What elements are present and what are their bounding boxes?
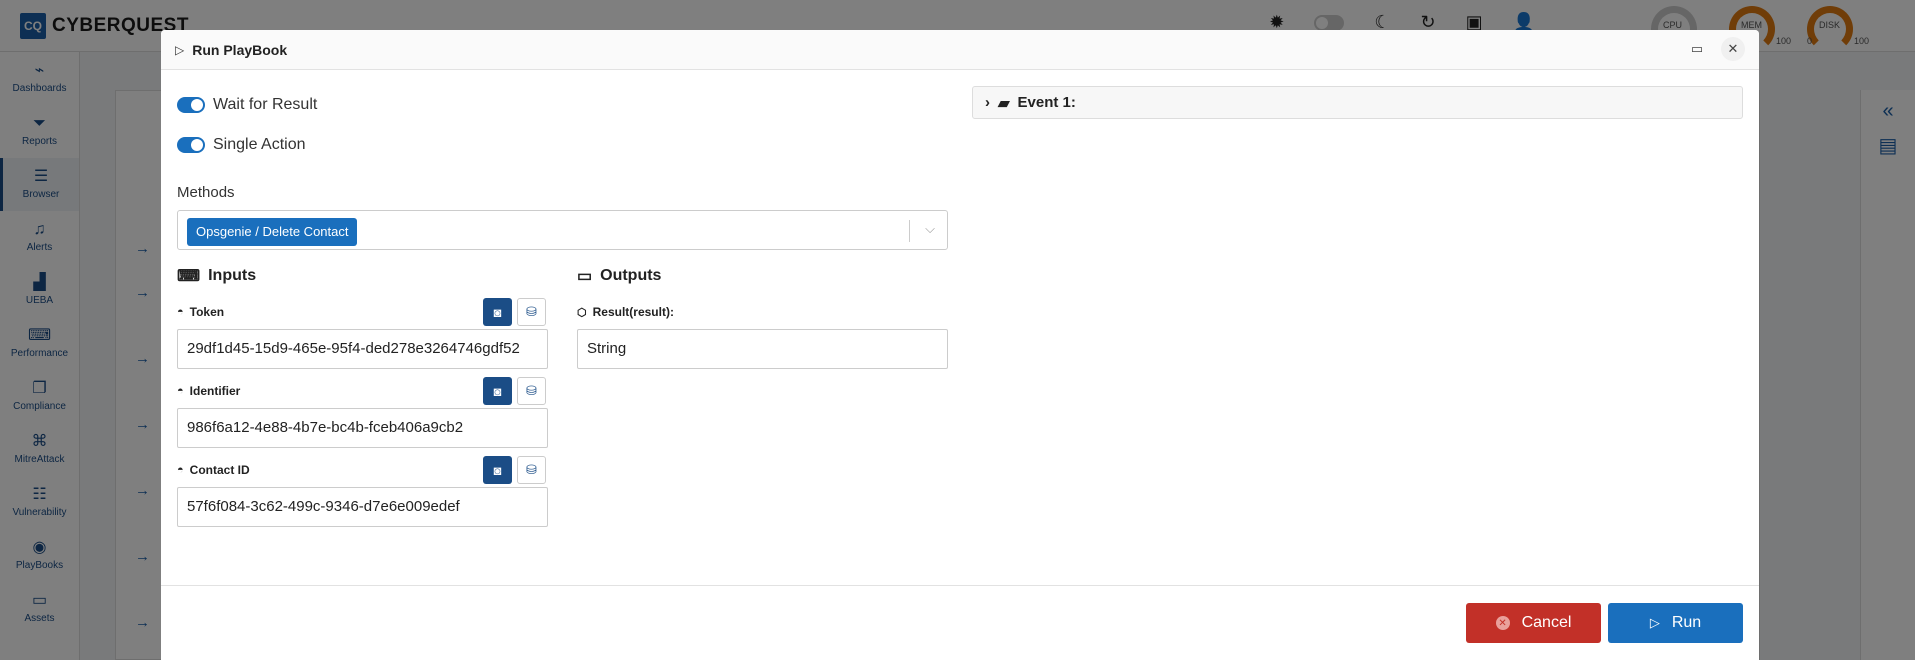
result-label: ⬡ Result(result):: [577, 305, 674, 319]
token-label: ◓ Token: [177, 305, 224, 319]
inputs-section-title: ⌨ Inputs: [177, 266, 256, 286]
token-camera-button[interactable]: ◙: [483, 298, 512, 326]
gauge-icon: ◓: [177, 306, 184, 318]
token-label-text: Token: [189, 305, 225, 319]
cancel-label: Cancel: [1521, 614, 1572, 631]
result-output-field: String: [577, 329, 948, 369]
cancel-button[interactable]: ✕ Cancel: [1466, 603, 1601, 643]
contact-id-input[interactable]: 57f6f084-3c62-499c-9346-d7e6e009edef: [177, 487, 548, 527]
selected-method-chip[interactable]: Opsgenie / Delete Contact: [187, 218, 358, 246]
cube-icon: ⬡: [577, 306, 587, 319]
methods-label: Methods: [177, 184, 235, 201]
contact-id-camera-button[interactable]: ◙: [483, 456, 512, 484]
wait-for-result-row: Wait for Result: [177, 96, 317, 114]
run-playbook-modal: ▷ Run PlayBook ▭ ✕ Wait for Result Singl…: [161, 30, 1759, 660]
methods-select[interactable]: Opsgenie / Delete Contact ⌵: [177, 210, 948, 250]
camera-icon: ◙: [493, 462, 502, 478]
contact-id-label-text: Contact ID: [189, 463, 250, 477]
outputs-section-title: ▭ Outputs: [577, 266, 661, 286]
modal-header-buttons: ▭ ✕: [1685, 37, 1745, 61]
window-maximize-icon: ▭: [1690, 41, 1704, 56]
token-variable-button[interactable]: ⛁: [517, 298, 546, 326]
identifier-label-text: Identifier: [189, 384, 241, 398]
inputs-title: Inputs: [208, 267, 257, 284]
run-button[interactable]: ▷ Run: [1608, 603, 1743, 643]
token-input[interactable]: 29df1d45-15d9-465e-95f4-ded278e3264746gd…: [177, 329, 548, 369]
identifier-label: ◓ Identifier: [177, 384, 240, 398]
database-icon: ⛁: [526, 462, 537, 477]
modal-footer: ✕ Cancel ▷ Run: [161, 585, 1759, 660]
modal-header: ▷ Run PlayBook ▭ ✕: [161, 30, 1759, 70]
database-icon: ⛁: [526, 383, 537, 398]
event-panel[interactable]: › ▰ Event 1:: [972, 86, 1743, 119]
contact-id-label: ◓ Contact ID: [177, 463, 250, 477]
identifier-input[interactable]: 986f6a12-4e88-4b7e-bc4b-fceb406a9cb2: [177, 408, 548, 448]
play-icon: ▷: [1649, 615, 1660, 630]
play-icon: ▷: [175, 42, 185, 57]
result-label-text: Result(result):: [592, 305, 674, 319]
single-action-row: Single Action: [177, 136, 306, 154]
modal-title: Run PlayBook: [192, 41, 288, 58]
cancel-circle-icon: ✕: [1495, 616, 1510, 630]
wait-for-result-label: Wait for Result: [213, 96, 318, 113]
single-action-toggle[interactable]: [177, 137, 205, 153]
camera-icon: ◙: [493, 383, 502, 399]
outputs-title: Outputs: [600, 267, 662, 284]
single-action-label: Single Action: [213, 136, 306, 153]
select-separator: [909, 220, 910, 242]
maximize-button[interactable]: ▭: [1685, 37, 1709, 61]
identifier-camera-button[interactable]: ◙: [483, 377, 512, 405]
gauge-icon: ◓: [177, 385, 184, 397]
chevron-right-icon[interactable]: ›: [985, 94, 990, 111]
chevron-down-icon[interactable]: ⌵: [925, 221, 935, 237]
close-icon: ✕: [1727, 41, 1739, 56]
keyboard-icon: ⌨: [177, 268, 201, 285]
event-label: Event 1:: [1017, 94, 1076, 111]
database-icon: ⛁: [526, 304, 537, 319]
monitor-icon: ▭: [577, 268, 593, 285]
folder-icon: ▰: [998, 94, 1010, 112]
run-label: Run: [1671, 614, 1702, 631]
camera-icon: ◙: [493, 304, 502, 320]
wait-for-result-toggle[interactable]: [177, 97, 205, 113]
gauge-icon: ◓: [177, 464, 184, 476]
contact-id-variable-button[interactable]: ⛁: [517, 456, 546, 484]
close-button[interactable]: ✕: [1721, 37, 1745, 61]
identifier-variable-button[interactable]: ⛁: [517, 377, 546, 405]
